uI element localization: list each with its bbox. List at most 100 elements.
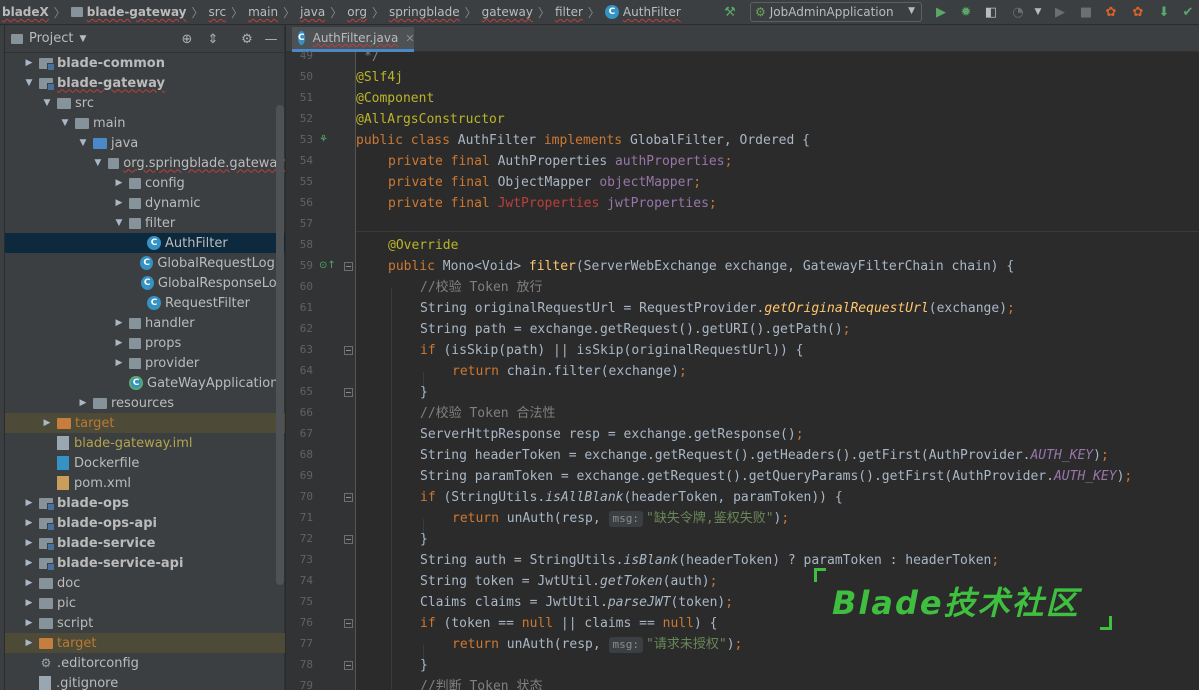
parameter-hint: msg: xyxy=(608,637,644,653)
tree-item[interactable]: .gitignore xyxy=(5,673,285,690)
tree-item[interactable]: C GateWayApplication xyxy=(5,373,285,393)
breadcrumb-item[interactable]: blade-gateway 〉 xyxy=(70,4,209,21)
run-icon[interactable]: ▶ xyxy=(933,4,949,20)
tree-item[interactable]: ▶ config xyxy=(5,173,285,193)
chevron-down-icon[interactable]: ▼ xyxy=(1030,4,1046,20)
collapse-all-icon[interactable]: ⇕ xyxy=(205,31,221,47)
code-punct: ; xyxy=(708,196,717,211)
breadcrumb-item[interactable]: bladeX 〉 xyxy=(2,4,71,21)
tree-item[interactable]: C AuthFilter xyxy=(5,233,285,253)
tree-item[interactable]: Dockerfile xyxy=(5,453,285,473)
tree-item[interactable]: ▶ doc xyxy=(5,573,285,593)
breadcrumb-item[interactable]: springblade 〉 xyxy=(389,4,482,21)
chevron-down-icon[interactable]: ▼ xyxy=(79,34,86,44)
coverage-icon[interactable]: ◧ xyxy=(983,4,999,20)
fold-icon[interactable] xyxy=(344,619,353,628)
collapse-arrow-icon[interactable]: ▶ xyxy=(77,398,89,408)
debug-icon[interactable]: ✹ xyxy=(958,4,974,20)
tree-item[interactable]: ▶ script xyxy=(5,613,285,633)
collapse-arrow-icon[interactable]: ▶ xyxy=(113,178,125,188)
tree-item[interactable]: ▶ pic xyxy=(5,593,285,613)
tree-item[interactable]: ▶ blade-common xyxy=(5,53,285,73)
tree-item[interactable]: ▶ props xyxy=(5,333,285,353)
tree-item[interactable]: ▶ blade-service xyxy=(5,533,285,553)
plugin-alt-icon[interactable]: ✿ xyxy=(1130,4,1146,20)
tree-item[interactable]: ▼ blade-gateway xyxy=(5,73,285,93)
collapse-arrow-icon[interactable]: ▶ xyxy=(23,578,35,588)
vcs-update-icon[interactable]: ⬇ xyxy=(1156,4,1172,20)
collapse-arrow-icon[interactable]: ▶ xyxy=(23,638,35,648)
breadcrumb-item[interactable]: main 〉 xyxy=(248,4,300,21)
code-text: } xyxy=(420,385,428,400)
fold-icon[interactable] xyxy=(344,661,353,670)
breadcrumb-item[interactable]: filter 〉 xyxy=(555,4,605,21)
code-punct: ; xyxy=(678,364,687,379)
collapse-arrow-icon[interactable]: ▶ xyxy=(113,358,125,368)
tree-item[interactable]: ⚙ .editorconfig xyxy=(5,653,285,673)
stop-icon[interactable]: ■ xyxy=(1078,4,1094,20)
close-icon[interactable]: ✕ xyxy=(405,32,414,45)
vcs-commit-icon[interactable]: ✔ xyxy=(1180,4,1196,20)
tree-item[interactable]: ▼ src xyxy=(5,93,285,113)
tree-item[interactable]: ▶ target xyxy=(5,413,285,433)
step-icon[interactable]: ▶ xyxy=(1052,4,1068,20)
tree-item[interactable]: ▶ blade-ops-api xyxy=(5,513,285,533)
tree-item[interactable]: ▶ blade-ops xyxy=(5,493,285,513)
breadcrumb-item[interactable]: org 〉 xyxy=(347,4,389,21)
class-icon: C xyxy=(147,296,161,310)
gear-icon[interactable]: ⚙ xyxy=(239,31,255,47)
tree-item[interactable]: ▶ handler xyxy=(5,313,285,333)
collapse-arrow-icon[interactable]: ▶ xyxy=(113,338,125,348)
expand-arrow-icon[interactable]: ▼ xyxy=(113,218,125,228)
collapse-arrow-icon[interactable]: ▶ xyxy=(23,598,35,608)
breadcrumb-item[interactable]: gateway 〉 xyxy=(482,4,555,21)
tree-item[interactable]: pom.xml xyxy=(5,473,285,493)
expand-arrow-icon[interactable]: ▼ xyxy=(23,78,35,88)
code-punct: ; xyxy=(725,595,734,610)
locate-icon[interactable]: ⊕ xyxy=(179,31,195,47)
breadcrumb-item[interactable]: java 〉 xyxy=(300,4,347,21)
tree-item[interactable]: C GlobalResponseLog xyxy=(5,273,285,293)
build-hammer-icon[interactable]: ⚒ xyxy=(722,4,738,20)
tree-item[interactable]: C GlobalRequestLogFi xyxy=(5,253,285,273)
expand-arrow-icon[interactable]: ▼ xyxy=(77,138,89,148)
tree-item[interactable]: ▶ resources xyxy=(5,393,285,413)
expand-arrow-icon[interactable]: ▼ xyxy=(92,158,104,168)
fold-icon[interactable] xyxy=(344,535,353,544)
tree-item[interactable]: ▶ provider xyxy=(5,353,285,373)
code-keyword: return xyxy=(452,364,499,379)
spring-bean-gutter-icon[interactable]: ⚘ xyxy=(319,134,328,145)
tree-item[interactable]: ▶ target xyxy=(5,633,285,653)
tree-item[interactable]: ▶ dynamic xyxy=(5,193,285,213)
fold-icon[interactable] xyxy=(344,493,353,502)
project-panel-title[interactable]: Project xyxy=(29,31,73,46)
collapse-arrow-icon[interactable]: ▶ xyxy=(23,618,35,628)
collapse-arrow-icon[interactable]: ▶ xyxy=(113,198,125,208)
collapse-arrow-icon[interactable]: ▶ xyxy=(23,518,35,528)
collapse-arrow-icon[interactable]: ▶ xyxy=(23,498,35,508)
collapse-arrow-icon[interactable]: ▶ xyxy=(41,418,53,428)
tree-item[interactable]: ▼ main xyxy=(5,113,285,133)
collapse-arrow-icon[interactable]: ▶ xyxy=(113,318,125,328)
fold-icon[interactable] xyxy=(344,388,353,397)
tree-item[interactable]: ▼ org.springblade.gateway xyxy=(5,153,285,173)
collapse-arrow-icon[interactable]: ▶ xyxy=(23,558,35,568)
override-gutter-icon[interactable]: ⊙↑ xyxy=(319,260,336,271)
tree-item[interactable]: ▼ java xyxy=(5,133,285,153)
breadcrumb-item[interactable]: C AuthFilter xyxy=(604,5,681,19)
minimize-icon[interactable]: — xyxy=(263,31,279,47)
run-configuration-select[interactable]: ⚙ JobAdminApplication ▼ xyxy=(750,2,922,22)
collapse-arrow-icon[interactable]: ▶ xyxy=(23,538,35,548)
tree-item[interactable]: ▼ filter xyxy=(5,213,285,233)
profile-icon[interactable]: ◔ xyxy=(1010,4,1026,20)
expand-arrow-icon[interactable]: ▼ xyxy=(59,118,71,128)
tree-item[interactable]: blade-gateway.iml xyxy=(5,433,285,453)
fold-icon[interactable] xyxy=(344,346,353,355)
tree-item[interactable]: C RequestFilter xyxy=(5,293,285,313)
fold-icon[interactable] xyxy=(344,262,353,271)
tree-item[interactable]: ▶ blade-service-api xyxy=(5,553,285,573)
collapse-arrow-icon[interactable]: ▶ xyxy=(23,58,35,68)
expand-arrow-icon[interactable]: ▼ xyxy=(41,98,53,108)
breadcrumb-item[interactable]: src 〉 xyxy=(209,4,249,21)
plugin-icon[interactable]: ✿ xyxy=(1103,4,1119,20)
